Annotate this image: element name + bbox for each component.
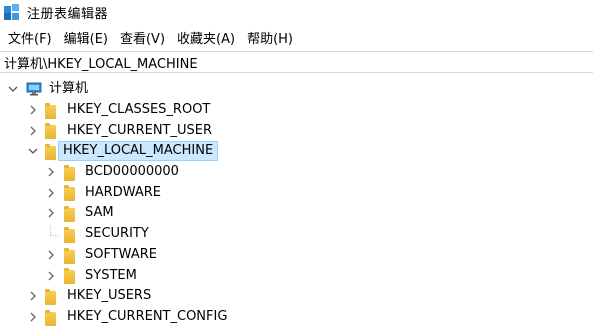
tree-node-hkey-users[interactable]: HKEY_USERS bbox=[0, 286, 593, 307]
folder-icon bbox=[45, 123, 56, 140]
tree-node-hkey-local-machine[interactable]: HKEY_LOCAL_MACHINE bbox=[0, 141, 593, 162]
tree-label: HKEY_USERS bbox=[67, 288, 152, 304]
address-bar[interactable]: 计算机\HKEY_LOCAL_MACHINE bbox=[0, 51, 593, 73]
folder-icon bbox=[45, 288, 56, 305]
chevron-right-icon[interactable] bbox=[26, 289, 40, 303]
chevron-down-icon[interactable] bbox=[6, 82, 20, 96]
tree-node-hkey-classes-root[interactable]: HKEY_CLASSES_ROOT bbox=[0, 100, 593, 121]
regedit-app-icon bbox=[4, 4, 20, 20]
tree-label: HARDWARE bbox=[85, 184, 161, 200]
menu-help[interactable]: 帮助(H) bbox=[243, 26, 301, 49]
address-path[interactable]: 计算机\HKEY_LOCAL_MACHINE bbox=[4, 53, 198, 72]
tree-node-hkey-current-config[interactable]: HKEY_CURRENT_CONFIG bbox=[0, 307, 593, 328]
chevron-down-icon[interactable] bbox=[26, 144, 40, 158]
chevron-right-icon[interactable] bbox=[44, 186, 58, 200]
tree-label: SAM bbox=[85, 205, 114, 221]
menu-view[interactable]: 查看(V) bbox=[116, 26, 173, 49]
folder-icon bbox=[64, 164, 75, 181]
window-title: 注册表编辑器 bbox=[27, 6, 109, 22]
menu-edit[interactable]: 编辑(E) bbox=[60, 26, 116, 49]
computer-icon bbox=[26, 82, 42, 96]
menu-bar: 文件(F) 编辑(E) 查看(V) 收藏夹(A) 帮助(H) bbox=[0, 24, 593, 51]
chevron-right-icon[interactable] bbox=[26, 124, 40, 138]
tree-connector-line bbox=[50, 234, 58, 236]
folder-icon bbox=[64, 206, 75, 223]
tree-node-bcd00000000[interactable]: BCD00000000 bbox=[0, 162, 593, 183]
folder-icon bbox=[64, 268, 75, 285]
chevron-right-icon[interactable] bbox=[26, 310, 40, 324]
folder-icon bbox=[45, 309, 56, 326]
tree-label: HKEY_CLASSES_ROOT bbox=[67, 102, 211, 118]
folder-icon bbox=[64, 247, 75, 264]
chevron-right-icon[interactable] bbox=[26, 103, 40, 117]
menu-favorites[interactable]: 收藏夹(A) bbox=[173, 26, 243, 49]
tree-label: HKEY_CURRENT_USER bbox=[67, 122, 213, 138]
registry-tree: 计算机 HKEY_CLASSES_ROOT HKEY_CURRENT_USER … bbox=[0, 73, 593, 327]
chevron-right-icon[interactable] bbox=[44, 206, 58, 220]
folder-icon bbox=[64, 226, 75, 243]
tree-label: SYSTEM bbox=[85, 267, 137, 283]
tree-label: BCD00000000 bbox=[85, 164, 179, 180]
tree-node-security[interactable]: SECURITY bbox=[0, 224, 593, 245]
regedit-window: 注册表编辑器 文件(F) 编辑(E) 查看(V) 收藏夹(A) 帮助(H) 计算… bbox=[0, 0, 593, 334]
tree-node-hkey-current-user[interactable]: HKEY_CURRENT_USER bbox=[0, 120, 593, 141]
tree-node-sam[interactable]: SAM bbox=[0, 203, 593, 224]
tree-label: HKEY_LOCAL_MACHINE bbox=[58, 141, 219, 162]
tree-label: HKEY_CURRENT_CONFIG bbox=[67, 308, 228, 324]
tree-node-software[interactable]: SOFTWARE bbox=[0, 245, 593, 266]
tree-node-hardware[interactable]: HARDWARE bbox=[0, 182, 593, 203]
menu-file[interactable]: 文件(F) bbox=[4, 26, 60, 49]
tree-label: SOFTWARE bbox=[85, 246, 157, 262]
chevron-right-icon[interactable] bbox=[44, 269, 58, 283]
folder-icon bbox=[45, 102, 56, 119]
chevron-right-icon[interactable] bbox=[44, 165, 58, 179]
tree-node-system[interactable]: SYSTEM bbox=[0, 265, 593, 286]
title-bar[interactable]: 注册表编辑器 bbox=[0, 0, 593, 24]
folder-open-icon bbox=[45, 144, 56, 161]
tree-label: 计算机 bbox=[49, 81, 89, 97]
tree-node-computer[interactable]: 计算机 bbox=[0, 79, 593, 100]
chevron-right-icon[interactable] bbox=[44, 248, 58, 262]
tree-connector-line bbox=[50, 225, 51, 235]
tree-label: SECURITY bbox=[85, 226, 149, 242]
folder-icon bbox=[64, 185, 75, 202]
